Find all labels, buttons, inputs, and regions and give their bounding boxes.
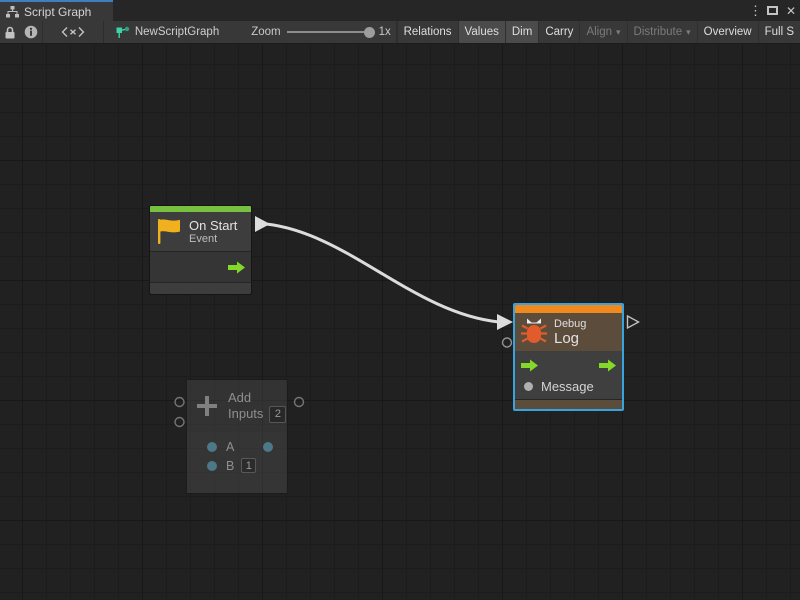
bug-icon — [521, 318, 547, 347]
message-port-label: Message — [541, 379, 594, 394]
value-input-port-b[interactable] — [207, 461, 217, 471]
graph-canvas[interactable]: On Start Event Add Inputs 2 — [0, 44, 800, 600]
graph-name-label: NewScriptGraph — [135, 26, 219, 38]
node-color-bar — [515, 305, 622, 313]
node-subtitle: Inputs — [228, 406, 263, 422]
node-title: On Start — [189, 218, 237, 233]
lock-icon — [4, 26, 16, 39]
node-debug-log[interactable]: Debug Log Message — [513, 303, 624, 411]
align-label: Align — [586, 26, 612, 38]
node-footer — [515, 400, 622, 409]
dropdown-arrow-icon — [686, 27, 691, 38]
toolbar-button-full-screen[interactable]: Full S — [758, 21, 800, 43]
node-footer — [187, 479, 287, 493]
toolbar-button-overview[interactable]: Overview — [697, 21, 758, 43]
tab-bar: Script Graph — [0, 0, 800, 21]
zoom-label: Zoom — [251, 26, 280, 38]
node-footer — [150, 283, 251, 294]
node-subtitle: Event — [189, 233, 237, 246]
message-input-port[interactable] — [524, 382, 533, 391]
input-count-field[interactable]: 2 — [269, 406, 286, 423]
value-output-port[interactable] — [263, 442, 273, 452]
maximize-icon[interactable] — [767, 6, 778, 15]
info-button[interactable] — [20, 21, 42, 43]
port-a-label: A — [226, 440, 234, 454]
trigger-input-port-icon[interactable] — [520, 359, 539, 372]
flag-icon — [157, 218, 181, 245]
dropdown-arrow-icon — [616, 27, 621, 38]
close-icon[interactable] — [786, 4, 796, 18]
zoom-slider[interactable] — [287, 31, 373, 33]
graph-tab-icon — [6, 6, 19, 18]
port-b-value-field[interactable]: 1 — [241, 458, 256, 473]
message-port-row: Message — [515, 376, 622, 397]
zoom-slider-handle[interactable] — [364, 27, 375, 38]
zoom-control: Zoom 1x — [251, 21, 396, 43]
node-subtitle: Log — [554, 331, 586, 346]
toolbar-button-carry[interactable]: Carry — [538, 21, 579, 43]
node-add[interactable]: Add Inputs 2 A B 1 — [186, 379, 288, 494]
toolbar-button-values[interactable]: Values — [458, 21, 505, 43]
graph-toolbar: NewScriptGraph Zoom 1x Relations Values … — [0, 21, 800, 44]
graph-asset-reference[interactable]: NewScriptGraph — [104, 21, 229, 43]
port-b-label: B — [226, 459, 234, 473]
code-view-icon — [61, 26, 85, 38]
script-graph-asset-icon — [116, 26, 130, 39]
lock-button[interactable] — [0, 21, 20, 43]
port-row-a: A — [187, 437, 287, 456]
info-icon — [24, 25, 38, 39]
node-on-start[interactable]: On Start Event — [149, 205, 252, 295]
tab-title: Script Graph — [24, 5, 91, 19]
port-row-b: B 1 — [187, 456, 287, 475]
tab-script-graph[interactable]: Script Graph — [0, 0, 113, 21]
toolbar-button-dim[interactable]: Dim — [505, 21, 538, 43]
trigger-output-port-icon[interactable] — [227, 261, 246, 274]
distribute-label: Distribute — [634, 26, 683, 38]
toolbar-button-distribute[interactable]: Distribute — [627, 21, 697, 43]
value-input-port-a[interactable] — [207, 442, 217, 452]
node-title: Add — [228, 390, 286, 406]
plus-icon — [195, 394, 219, 418]
zoom-value: 1x — [379, 26, 391, 38]
toolbar-button-align[interactable]: Align — [579, 21, 626, 43]
kebab-menu-icon[interactable] — [749, 3, 759, 19]
toolbar-button-relations[interactable]: Relations — [397, 21, 458, 43]
trigger-port-row — [515, 354, 622, 376]
trigger-output-port-icon[interactable] — [598, 359, 617, 372]
code-view-button[interactable] — [42, 21, 103, 43]
